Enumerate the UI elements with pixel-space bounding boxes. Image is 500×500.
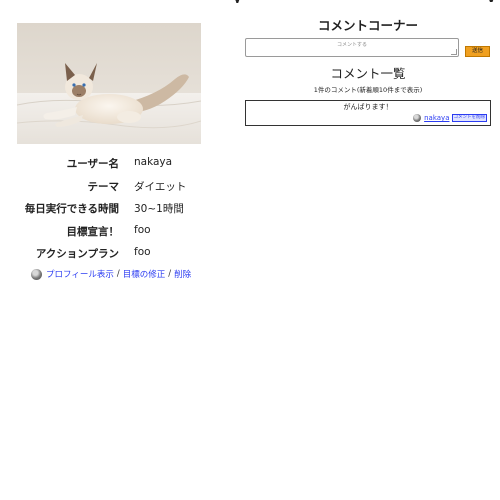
- link-separator: /: [116, 269, 120, 279]
- link-separator: /: [168, 269, 172, 279]
- cut-off-text-right: v: [487, 0, 495, 3]
- send-button[interactable]: 送信: [465, 46, 490, 57]
- cut-off-header: y v: [0, 0, 500, 3]
- profile-key: 目標宣言！: [66, 225, 120, 238]
- commenter-avatar-icon: [413, 114, 422, 122]
- profile-value: foo: [134, 223, 151, 236]
- edit-goal-link[interactable]: 目標の修正: [123, 268, 166, 280]
- resize-grip-icon[interactable]: [451, 49, 457, 55]
- profile-row-daily-time: 毎日実行できる時間 30~1時間: [17, 198, 201, 221]
- profile-value: nakaya: [134, 156, 173, 168]
- delete-comment-button[interactable]: コメントを削除: [451, 114, 487, 122]
- profile-row-username: ユーザー名 nakaya: [17, 153, 201, 176]
- comment-count-note: 1件のコメント(新着順10件まで表示): [313, 86, 423, 94]
- profile-value: foo: [134, 246, 151, 259]
- comment-meta: nakaya コメントを削除: [413, 114, 487, 122]
- cat-photo-image: [17, 23, 201, 144]
- profile-key: ユーザー名: [66, 158, 119, 170]
- view-profile-link[interactable]: プロフィール表示: [46, 268, 114, 280]
- profile-row-goal: 目標宣言！ foo: [17, 221, 201, 244]
- delete-link[interactable]: 削除: [174, 268, 191, 280]
- profile-actions: プロフィール表示 / 目標の修正 / 削除: [31, 268, 191, 280]
- comment-text: がんばります！: [343, 103, 393, 111]
- profile-key: 毎日実行できる時間: [24, 203, 119, 216]
- profile-row-theme: テーマ ダイエット: [17, 176, 201, 199]
- comment-placeholder: コメントする: [336, 42, 367, 48]
- cut-off-text-left: y: [233, 0, 241, 3]
- profile-row-action-plan: アクションプラン foo: [17, 243, 201, 266]
- profile-value: ダイエット: [134, 180, 187, 193]
- comment-list-title: コメント一覧: [330, 66, 406, 81]
- page: y v: [0, 0, 500, 500]
- profile-photo: [17, 23, 201, 144]
- commenter-name-link[interactable]: nakaya: [424, 114, 449, 122]
- profile-key: アクションプラン: [35, 248, 119, 261]
- comment-item: がんばります！ nakaya コメントを削除: [245, 100, 491, 126]
- profile-key: テーマ: [87, 180, 120, 193]
- profile-table: ユーザー名 nakaya テーマ ダイエット 毎日実行できる時間 30~1時間 …: [17, 153, 201, 266]
- comment-textarea[interactable]: コメントする: [245, 38, 459, 57]
- user-avatar-icon: [31, 268, 42, 280]
- profile-value: 30~1時間: [134, 203, 184, 216]
- comment-corner-title: コメントコーナー: [317, 18, 418, 33]
